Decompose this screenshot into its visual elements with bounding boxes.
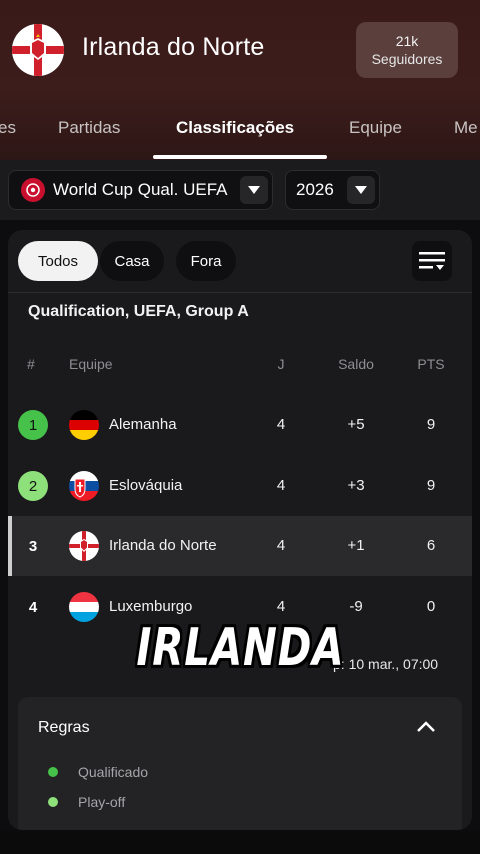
rules-title: Regras	[38, 719, 90, 736]
played: 4	[276, 537, 286, 554]
played: 4	[276, 416, 286, 433]
slovakia-flag-icon	[69, 471, 99, 501]
points: 9	[426, 477, 436, 494]
followers-count: 21k	[395, 32, 419, 49]
points: 0	[426, 598, 436, 615]
standings-screen: Irlanda do Norte 21k Seguidores es Parti…	[0, 0, 480, 854]
header-team: Equipe	[69, 356, 113, 372]
chevron-up-icon[interactable]	[414, 715, 438, 739]
tab-matches[interactable]: Partidas	[58, 118, 120, 138]
goal-diff: -9	[349, 598, 363, 615]
chevron-down-icon	[240, 176, 268, 204]
team-name: Irlanda do Norte	[109, 537, 217, 554]
rules-panel: Regras Qualificado Play-off	[18, 697, 462, 830]
filter-bar: World Cup Qual. UEFA 2026	[0, 160, 480, 220]
filter-menu-button[interactable]	[412, 241, 452, 281]
position-badge: 1	[18, 410, 48, 440]
tab-squad[interactable]: Equipe	[349, 118, 402, 138]
competition-value: World Cup Qual. UEFA	[53, 180, 228, 199]
goal-diff: +1	[347, 537, 365, 554]
points: 6	[426, 537, 436, 554]
tab-standings[interactable]: Classificações	[176, 118, 294, 138]
season-value: 2026	[296, 180, 334, 199]
played: 4	[276, 598, 286, 615]
chip-home[interactable]: Casa	[100, 241, 164, 281]
divider	[8, 292, 472, 293]
northern-ireland-flag-icon	[12, 24, 64, 76]
header-goal-diff: Saldo	[338, 356, 374, 372]
header-points: PTS	[417, 356, 445, 372]
followers-label: Seguidores	[371, 50, 443, 67]
group-title: Qualification, UEFA, Group A	[28, 303, 249, 320]
goal-diff: +3	[347, 477, 365, 494]
qualified-dot-icon	[48, 767, 58, 777]
legend-label: Play-off	[78, 794, 126, 810]
chip-away[interactable]: Fora	[176, 241, 236, 281]
legend-playoff: Play-off	[48, 794, 125, 810]
team-header: Irlanda do Norte 21k Seguidores es Parti…	[0, 0, 480, 160]
team-name: Alemanha	[109, 416, 177, 433]
played: 4	[276, 477, 286, 494]
header-position: #	[27, 356, 35, 372]
goal-diff: +5	[347, 416, 365, 433]
caption-text: IRLANDA	[135, 618, 345, 678]
uefa-logo-icon	[21, 178, 45, 202]
table-row[interactable]: 1 Alemanha 4 +5 9	[8, 395, 472, 455]
filter-list-icon	[419, 252, 445, 270]
table-row-highlighted[interactable]: 3 Irlanda do Norte 4 +1 6	[8, 516, 472, 576]
chevron-down-icon	[347, 176, 375, 204]
standings-card: Todos Casa Fora Qualification, UEFA, Gro…	[8, 230, 472, 830]
followers-button[interactable]: 21k Seguidores	[356, 22, 458, 78]
northern-ireland-flag-icon	[69, 531, 99, 561]
team-name: Eslováquia	[109, 477, 183, 494]
video-caption: IRLANDA	[0, 618, 480, 678]
table-row[interactable]: 2 Eslováquia 4 +3 9	[8, 456, 472, 516]
tab-bar: es Partidas Classificações Equipe Me	[0, 110, 480, 158]
position-badge: 2	[18, 471, 48, 501]
germany-flag-icon	[69, 410, 99, 440]
tab-partial-right[interactable]: Me	[454, 118, 478, 138]
tab-partial-left[interactable]: es	[0, 118, 16, 138]
position-badge: 3	[28, 537, 38, 555]
competition-select[interactable]: World Cup Qual. UEFA	[8, 170, 273, 210]
chip-all[interactable]: Todos	[18, 241, 98, 281]
season-select[interactable]: 2026	[285, 170, 380, 210]
bottom-edge	[0, 830, 480, 854]
legend-label: Qualificado	[78, 764, 149, 780]
legend-qualified: Qualificado	[48, 764, 148, 780]
points: 9	[426, 416, 436, 433]
playoff-dot-icon	[48, 797, 58, 807]
active-tab-indicator	[153, 155, 327, 159]
team-name: Luxemburgo	[109, 598, 193, 615]
team-title: Irlanda do Norte	[82, 33, 265, 61]
header-played: J	[277, 356, 285, 372]
